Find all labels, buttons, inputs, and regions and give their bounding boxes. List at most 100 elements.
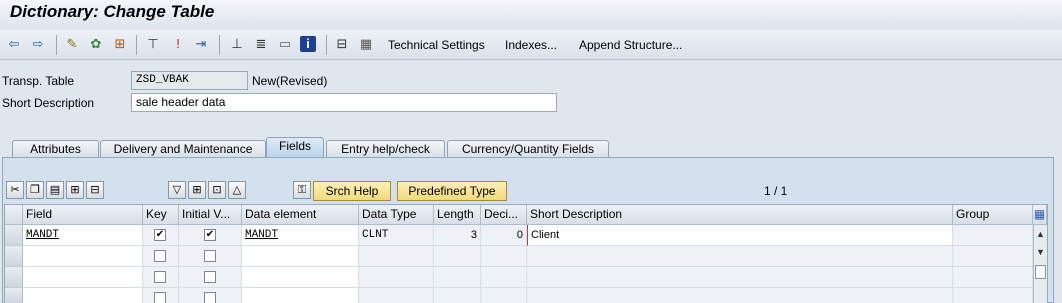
transp-table-label: Transp. Table — [2, 74, 75, 88]
hierarchy-icon[interactable]: ⊤ — [145, 36, 161, 52]
filter-down-icon[interactable]: ▽ — [168, 181, 186, 199]
key-icon[interactable]: ⚿ — [293, 181, 311, 199]
table-row-key — [143, 246, 179, 267]
tab-currency-quantity[interactable]: Currency/Quantity Fields — [447, 140, 609, 158]
initial-values-checkbox[interactable] — [204, 250, 216, 262]
expand-include-icon[interactable]: ⊡ — [208, 181, 226, 199]
status-text: New(Revised) — [252, 74, 328, 88]
table-row-length — [434, 246, 481, 267]
copy-icon[interactable]: ❐ — [26, 181, 44, 199]
activate-icon[interactable]: ⊞ — [112, 36, 128, 52]
table-row-data-element[interactable] — [242, 288, 359, 303]
scroll-up-icon[interactable]: ▲ — [1036, 229, 1045, 239]
display-change-icon[interactable]: ✎ — [64, 36, 80, 52]
paste-icon[interactable]: ▤ — [46, 181, 64, 199]
filter-up-icon[interactable]: △ — [228, 181, 246, 199]
column-header-field[interactable]: Field — [23, 205, 143, 225]
table-row-data-type: CLNT — [359, 225, 434, 246]
toolbar-separator — [326, 35, 327, 55]
column-settings-icon[interactable]: ▦ — [1033, 205, 1047, 225]
toolbar-separator — [219, 35, 220, 55]
info-icon[interactable]: i — [300, 36, 316, 52]
insert-include-icon[interactable]: ⊞ — [188, 181, 206, 199]
key-checkbox[interactable] — [154, 250, 166, 262]
tab-delivery-maintenance[interactable]: Delivery and Maintenance — [100, 140, 266, 158]
table-row-field[interactable]: MANDT — [23, 225, 143, 246]
indexes-button[interactable]: Indexes... — [505, 38, 557, 52]
column-header-group[interactable]: Group — [953, 205, 1033, 225]
table-row-group — [953, 267, 1033, 288]
table-row-field[interactable] — [23, 288, 143, 303]
key-checkbox[interactable] — [154, 292, 166, 303]
scroll-thumb[interactable] — [1035, 265, 1046, 279]
column-header-data-element[interactable]: Data element — [242, 205, 359, 225]
fields-table: Field Key Initial V... Data element Data… — [4, 204, 1048, 303]
key-checkbox[interactable] — [154, 271, 166, 283]
table-row-data-element[interactable]: MANDT — [242, 225, 359, 246]
predefined-type-button[interactable]: Predefined Type — [397, 181, 507, 201]
table-row-short-description[interactable]: Client — [527, 225, 953, 246]
technical-settings-button[interactable]: Technical Settings — [388, 38, 485, 52]
short-description-label: Short Description — [2, 96, 95, 110]
check-icon[interactable]: ! — [170, 36, 186, 52]
table-row-decimals — [481, 267, 527, 288]
table-row-initial — [179, 267, 242, 288]
vertical-scrollbar[interactable]: ▲ ▼ — [1033, 225, 1047, 303]
key-checkbox[interactable]: ✔ — [154, 229, 166, 241]
scroll-down-icon[interactable]: ▼ — [1036, 247, 1045, 257]
table-row-key — [143, 288, 179, 303]
other-object-icon[interactable]: ✿ — [88, 36, 104, 52]
initial-values-checkbox[interactable]: ✔ — [204, 229, 216, 241]
column-header-short-description[interactable]: Short Description — [527, 205, 953, 225]
table-row-field[interactable] — [23, 267, 143, 288]
insert-row-icon[interactable]: ⊞ — [66, 181, 84, 199]
table-row-data-element[interactable] — [242, 246, 359, 267]
row-selector[interactable] — [5, 246, 23, 267]
tab-attributes[interactable]: Attributes — [12, 140, 99, 158]
object-list-icon[interactable]: ⊥ — [229, 36, 245, 52]
delete-row-icon[interactable]: ⊟ — [86, 181, 104, 199]
append-structure-button[interactable]: Append Structure... — [579, 38, 682, 52]
column-header-initial-values[interactable]: Initial V... — [179, 205, 242, 225]
table-row-key — [143, 267, 179, 288]
cut-icon[interactable]: ✂ — [6, 181, 24, 199]
table-row-data-type — [359, 288, 434, 303]
forward-icon[interactable]: ⇨ — [30, 36, 46, 52]
table-row-length — [434, 288, 481, 303]
display-object-list-icon[interactable]: ▭ — [277, 36, 293, 52]
srch-help-button[interactable]: Srch Help — [313, 181, 391, 201]
row-selector[interactable] — [5, 267, 23, 288]
table-row-initial — [179, 246, 242, 267]
table-icon[interactable]: ▦ — [358, 36, 374, 52]
column-header-length[interactable]: Length — [434, 205, 481, 225]
contents-icon[interactable]: ⊟ — [334, 36, 350, 52]
table-row-data-type — [359, 267, 434, 288]
toolbar-separator — [56, 35, 57, 55]
application-toolbar: ⇦ ⇨ ✎ ✿ ⊞ ⊤ ! ⇥ ⊥ ≣ ▭ i ⊟ ▦ Technical Se… — [0, 30, 1062, 60]
table-row-field[interactable] — [23, 246, 143, 267]
short-description-field[interactable]: sale header data — [131, 93, 557, 112]
column-header-key[interactable]: Key — [143, 205, 179, 225]
tab-fields[interactable]: Fields — [266, 137, 324, 158]
row-selector[interactable] — [5, 225, 23, 246]
table-row-decimals — [481, 288, 527, 303]
back-icon[interactable]: ⇦ — [6, 36, 22, 52]
select-all-header[interactable] — [5, 205, 23, 225]
table-row-key: ✔ — [143, 225, 179, 246]
table-row-data-element[interactable] — [242, 267, 359, 288]
tab-entry-help-check[interactable]: Entry help/check — [326, 140, 445, 158]
table-row-decimals: 0 — [481, 225, 527, 246]
column-header-decimals[interactable]: Deci... — [481, 205, 527, 225]
table-row-group — [953, 288, 1033, 303]
where-used-icon[interactable]: ⇥ — [193, 36, 209, 52]
table-row-short-description — [527, 246, 953, 267]
table-row-length: 3 — [434, 225, 481, 246]
initial-values-checkbox[interactable] — [204, 292, 216, 303]
tab-strip: Attributes Delivery and Maintenance Fiel… — [0, 137, 1062, 158]
navigation-icon[interactable]: ≣ — [253, 36, 269, 52]
initial-values-checkbox[interactable] — [204, 271, 216, 283]
table-row-decimals — [481, 246, 527, 267]
transp-table-field: ZSD_VBAK — [131, 71, 248, 90]
column-header-data-type[interactable]: Data Type — [359, 205, 434, 225]
row-selector[interactable] — [5, 288, 23, 303]
